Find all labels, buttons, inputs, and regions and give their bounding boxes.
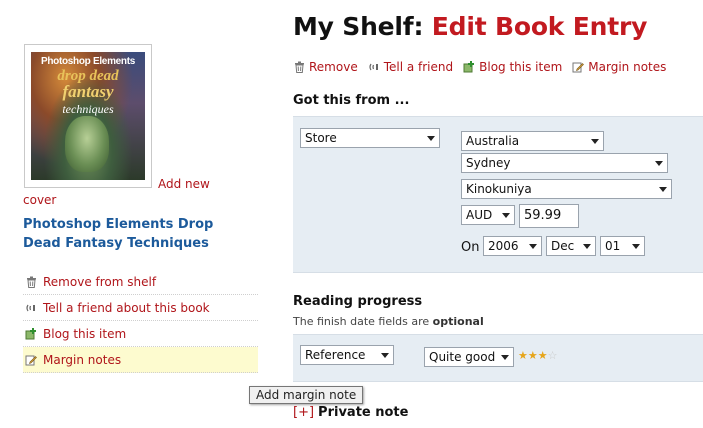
action-remove-label[interactable]: Remove bbox=[309, 60, 358, 74]
chevron-down-icon bbox=[655, 161, 663, 166]
add-new-cover-link[interactable]: Add new bbox=[158, 177, 210, 191]
chevron-down-icon bbox=[381, 353, 389, 358]
country-select[interactable]: Australia bbox=[461, 131, 604, 151]
year-select-value: 2006 bbox=[488, 239, 519, 253]
country-select-value: Australia bbox=[466, 134, 520, 148]
private-note-toggle[interactable]: [+] Private note bbox=[293, 405, 408, 420]
reading-subtext-bold: optional bbox=[432, 315, 484, 328]
page-title-accent: Edit Book Entry bbox=[431, 12, 648, 41]
store-select-value: Kinokuniya bbox=[466, 182, 532, 196]
action-margin-notes[interactable]: Margin notes bbox=[572, 60, 666, 74]
action-blog[interactable]: Blog this item bbox=[463, 60, 562, 74]
expand-toggle[interactable]: [+] bbox=[293, 405, 314, 420]
blog-plus-icon bbox=[463, 61, 475, 73]
store-select[interactable]: Kinokuniya bbox=[461, 179, 672, 199]
cover-face-art bbox=[65, 116, 109, 172]
city-select[interactable]: Sydney bbox=[461, 153, 668, 173]
month-select-value: Dec bbox=[551, 239, 575, 253]
side-item-remove[interactable]: Remove from shelf bbox=[23, 269, 258, 295]
tooltip: Add margin note bbox=[249, 386, 364, 404]
rating-select-value: Quite good bbox=[429, 350, 496, 364]
rating-stars: ★★★☆ bbox=[518, 349, 558, 362]
private-note-label: Private note bbox=[318, 405, 409, 420]
trash-icon bbox=[25, 276, 37, 288]
chevron-down-icon bbox=[583, 244, 591, 249]
side-item-remove-label[interactable]: Remove from shelf bbox=[43, 275, 156, 289]
got-from-heading: Got this from ... bbox=[293, 93, 410, 108]
action-tell-friend[interactable]: Tell a friend bbox=[368, 60, 453, 74]
add-new-cover-link-cont[interactable]: cover bbox=[23, 193, 56, 207]
note-pencil-icon bbox=[25, 354, 37, 366]
chevron-down-icon bbox=[632, 244, 640, 249]
side-item-blog-label[interactable]: Blog this item bbox=[43, 327, 126, 341]
date-on-label: On bbox=[461, 240, 480, 255]
day-select-value: 01 bbox=[605, 239, 621, 253]
rating-select[interactable]: Quite good bbox=[424, 347, 514, 367]
page-title-prefix: My Shelf: bbox=[293, 12, 424, 41]
cover-text-line4: techniques bbox=[62, 102, 114, 116]
chevron-down-icon bbox=[502, 213, 510, 218]
side-item-margin-notes-label[interactable]: Margin notes bbox=[43, 353, 121, 367]
action-blog-label[interactable]: Blog this item bbox=[479, 60, 562, 74]
side-item-tell-friend[interactable]: Tell a friend about this book bbox=[23, 295, 258, 321]
trash-icon bbox=[293, 61, 305, 73]
year-select[interactable]: 2006 bbox=[483, 236, 542, 256]
side-item-tell-friend-label[interactable]: Tell a friend about this book bbox=[43, 301, 210, 315]
side-menu: Remove from shelf Tell a friend about th… bbox=[23, 269, 258, 373]
status-select-value: Reference bbox=[305, 348, 366, 362]
reading-heading: Reading progress bbox=[293, 294, 423, 309]
star-icon: ★ bbox=[537, 349, 548, 362]
star-empty-icon: ☆ bbox=[547, 349, 558, 362]
currency-select-value: AUD bbox=[466, 208, 493, 222]
action-tell-friend-label[interactable]: Tell a friend bbox=[384, 60, 453, 74]
action-margin-notes-label[interactable]: Margin notes bbox=[588, 60, 666, 74]
currency-select[interactable]: AUD bbox=[461, 205, 515, 225]
source-select-value: Store bbox=[305, 131, 337, 145]
action-remove[interactable]: Remove bbox=[293, 60, 358, 74]
month-select[interactable]: Dec bbox=[546, 236, 596, 256]
star-icon: ★ bbox=[518, 349, 528, 362]
reading-subtext-prefix: The finish date fields are bbox=[293, 315, 430, 328]
book-cover-image: Photoshop Elements drop dead fantasy tec… bbox=[31, 52, 145, 180]
chevron-down-icon bbox=[427, 136, 435, 141]
side-item-margin-notes[interactable]: Margin notes bbox=[23, 347, 258, 373]
note-pencil-icon bbox=[572, 61, 585, 73]
page-title: My Shelf: Edit Book Entry bbox=[293, 12, 647, 41]
city-select-value: Sydney bbox=[466, 156, 511, 170]
cover-text-line1: Photoshop Elements bbox=[40, 56, 136, 67]
broadcast-icon bbox=[25, 302, 37, 314]
price-input[interactable]: 59.99 bbox=[519, 204, 579, 228]
reading-subtext: The finish date fields are optional bbox=[293, 315, 484, 328]
star-icon: ★ bbox=[527, 349, 538, 362]
chevron-down-icon bbox=[591, 139, 599, 144]
side-item-blog[interactable]: Blog this item bbox=[23, 321, 258, 347]
book-cover-frame: Photoshop Elements drop dead fantasy tec… bbox=[24, 44, 152, 188]
cover-text-line3: fantasy bbox=[62, 82, 114, 101]
source-select[interactable]: Store bbox=[300, 128, 440, 148]
status-select[interactable]: Reference bbox=[300, 345, 394, 365]
blog-plus-icon bbox=[25, 327, 37, 340]
chevron-down-icon bbox=[529, 244, 537, 249]
chevron-down-icon bbox=[659, 187, 667, 192]
action-bar: Remove Tell a friend Blog this item Marg… bbox=[293, 60, 666, 74]
broadcast-icon bbox=[368, 61, 380, 73]
book-title-link[interactable]: Photoshop Elements Drop Dead Fantasy Tec… bbox=[23, 215, 253, 253]
chevron-down-icon bbox=[501, 355, 509, 360]
day-select[interactable]: 01 bbox=[600, 236, 645, 256]
